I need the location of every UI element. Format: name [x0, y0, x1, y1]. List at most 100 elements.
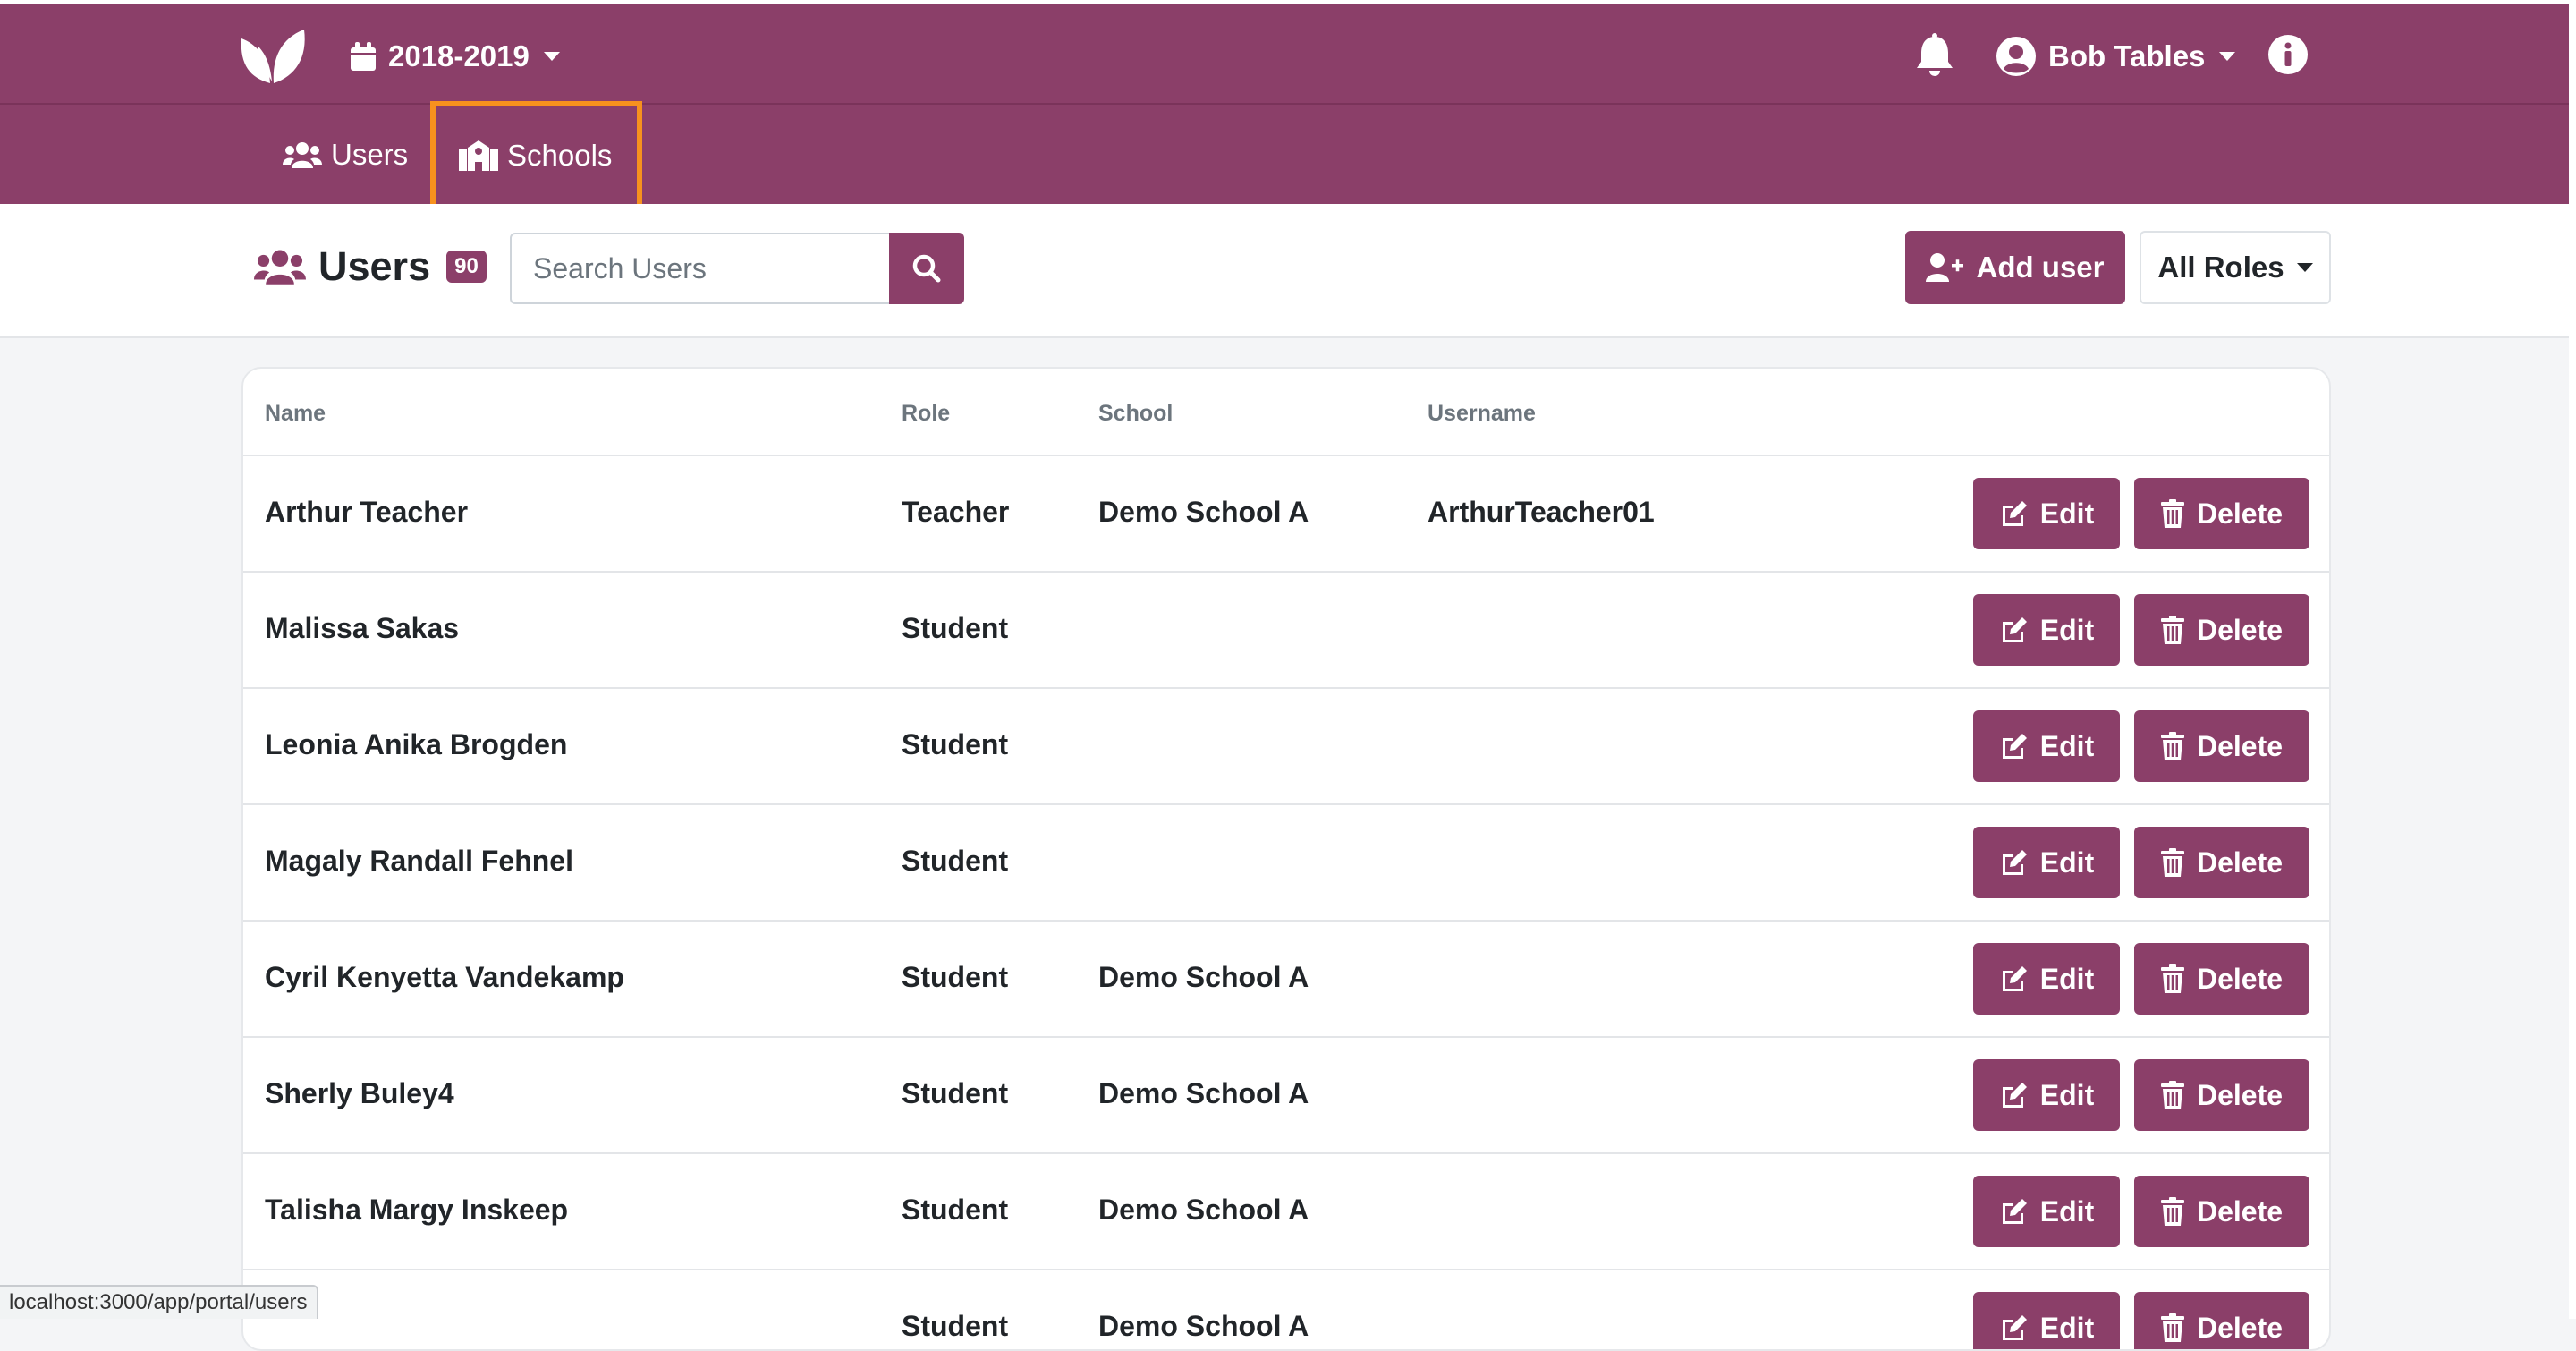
delete-button[interactable]: Delete — [2134, 478, 2309, 549]
cell-username: ArthurTeacher01 — [1428, 496, 1655, 528]
edit-button[interactable]: Edit — [1973, 594, 2120, 666]
delete-button[interactable]: Delete — [2134, 943, 2309, 1015]
cell-name: Arthur Teacher — [265, 496, 469, 528]
cell-school: Demo School A — [1098, 1310, 1309, 1342]
delete-button[interactable]: Delete — [2134, 1059, 2309, 1131]
table-row: Talisha Margy Inskeep Student Demo School … — [243, 1154, 2329, 1270]
edit-button[interactable]: Edit — [1973, 478, 2120, 549]
delete-button[interactable]: Delete — [2134, 1292, 2309, 1349]
window-edge — [2569, 0, 2576, 1319]
school-year-dropdown[interactable]: 2018-2019 — [351, 33, 560, 80]
delete-button[interactable]: Delete — [2134, 827, 2309, 898]
cell-role: Student — [902, 1077, 1009, 1109]
nav-tab-users[interactable]: Users — [283, 105, 408, 204]
edit-button[interactable]: Edit — [1973, 710, 2120, 782]
cell-school: Demo School A — [1098, 1194, 1309, 1226]
cell-name: Malissa Sakas — [265, 612, 460, 644]
trash-icon — [2160, 1081, 2184, 1109]
delete-button[interactable]: Delete — [2134, 710, 2309, 782]
leaf-logo-icon[interactable] — [238, 26, 308, 85]
edit-button[interactable]: Edit — [1973, 943, 2120, 1015]
cell-school: Demo School A — [1098, 961, 1309, 993]
trash-icon — [2160, 1197, 2184, 1226]
edit-label: Edit — [2039, 962, 2095, 995]
cell-role: Student — [902, 845, 1009, 877]
cell-name: Sherly Buley4 — [265, 1077, 454, 1109]
delete-label: Delete — [2196, 1311, 2284, 1344]
bell-icon[interactable] — [1914, 33, 1955, 78]
edit-label: Edit — [2039, 729, 2095, 762]
cell-role: Student — [902, 728, 1009, 760]
user-circle-icon — [1996, 37, 2036, 76]
cell-name: Magaly Randall Fehnel — [265, 845, 573, 877]
trash-icon — [2160, 616, 2184, 644]
status-bar-url: localhost:3000/app/portal/users — [0, 1285, 318, 1319]
user-name: Bob Tables — [2048, 39, 2206, 72]
nav-tab-users-label: Users — [331, 137, 409, 171]
cell-name: Cyril Kenyetta Vandekamp — [265, 961, 624, 993]
nav-tab-schools[interactable]: Schools — [430, 101, 642, 209]
search-input[interactable] — [510, 233, 891, 304]
edit-label: Edit — [2039, 613, 2095, 646]
info-icon[interactable] — [2268, 35, 2308, 74]
edit-button[interactable]: Edit — [1973, 827, 2120, 898]
edit-icon — [2002, 734, 2027, 759]
cell-school: Demo School A — [1098, 496, 1309, 528]
edit-button[interactable]: Edit — [1973, 1059, 2120, 1131]
table-row: Leonia Anika Brogden Student Edit Delete — [243, 689, 2329, 805]
edit-button[interactable]: Edit — [1973, 1176, 2120, 1247]
delete-label: Delete — [2196, 845, 2284, 879]
users-icon — [254, 250, 306, 285]
column-header-username[interactable]: Username — [1428, 401, 1536, 427]
table-row: Cyril Kenyetta Vandekamp Student Demo Scho… — [243, 922, 2329, 1038]
page-title-text: Users — [318, 243, 431, 289]
delete-label: Delete — [2196, 1194, 2284, 1228]
user-count-badge: 90 — [446, 251, 487, 283]
page-header: Users 90 Add user All Roles — [0, 204, 2569, 338]
delete-button[interactable]: Delete — [2134, 1176, 2309, 1247]
edit-label: Edit — [2039, 1194, 2095, 1228]
edit-icon — [2002, 617, 2027, 642]
cell-name: Leonia Anika Brogden — [265, 728, 568, 760]
search-button[interactable] — [889, 233, 964, 304]
table-header: Name Role School Username — [243, 369, 2329, 456]
user-menu-dropdown[interactable]: Bob Tables — [1996, 33, 2236, 80]
column-header-name[interactable]: Name — [265, 401, 326, 427]
cell-name: Talisha Margy Inskeep — [265, 1194, 569, 1226]
section-nav: Users Schools — [0, 101, 2569, 209]
nav-tab-schools-label: Schools — [507, 138, 613, 172]
calendar-icon — [351, 42, 376, 71]
edit-icon — [2002, 850, 2027, 875]
user-plus-icon — [1926, 253, 1964, 282]
chevron-down-icon — [2296, 263, 2313, 272]
edit-icon — [2002, 966, 2027, 991]
edit-label: Edit — [2039, 1078, 2095, 1111]
edit-label: Edit — [2039, 845, 2095, 879]
users-table: Name Role School Username Arthur Teacher… — [242, 367, 2331, 1351]
edit-icon — [2002, 1199, 2027, 1224]
column-header-school[interactable]: School — [1098, 401, 1173, 427]
delete-label: Delete — [2196, 497, 2284, 530]
table-row: Student Demo School A Edit Delete — [243, 1270, 2329, 1349]
chevron-down-icon — [2219, 52, 2236, 61]
table-row: Malissa Sakas Student Edit Delete — [243, 573, 2329, 689]
page-title: Users 90 — [254, 243, 487, 290]
delete-button[interactable]: Delete — [2134, 594, 2309, 666]
delete-label: Delete — [2196, 729, 2284, 762]
table-row: Sherly Buley4 Student Demo School A Edit Del… — [243, 1038, 2329, 1154]
column-header-role[interactable]: Role — [902, 401, 950, 427]
search-icon — [912, 254, 941, 283]
trash-icon — [2160, 964, 2184, 993]
cell-school: Demo School A — [1098, 1077, 1309, 1109]
edit-icon — [2002, 1083, 2027, 1108]
top-navbar: 2018-2019 Bob Tables — [0, 0, 2569, 103]
edit-button[interactable]: Edit — [1973, 1292, 2120, 1349]
cell-role: Student — [902, 961, 1009, 993]
delete-label: Delete — [2196, 962, 2284, 995]
delete-label: Delete — [2196, 1078, 2284, 1111]
roles-filter-dropdown[interactable]: All Roles — [2140, 231, 2331, 304]
school-year-label: 2018-2019 — [388, 39, 530, 72]
add-user-button[interactable]: Add user — [1905, 231, 2125, 304]
cell-role: Student — [902, 1310, 1009, 1342]
trash-icon — [2160, 499, 2184, 528]
